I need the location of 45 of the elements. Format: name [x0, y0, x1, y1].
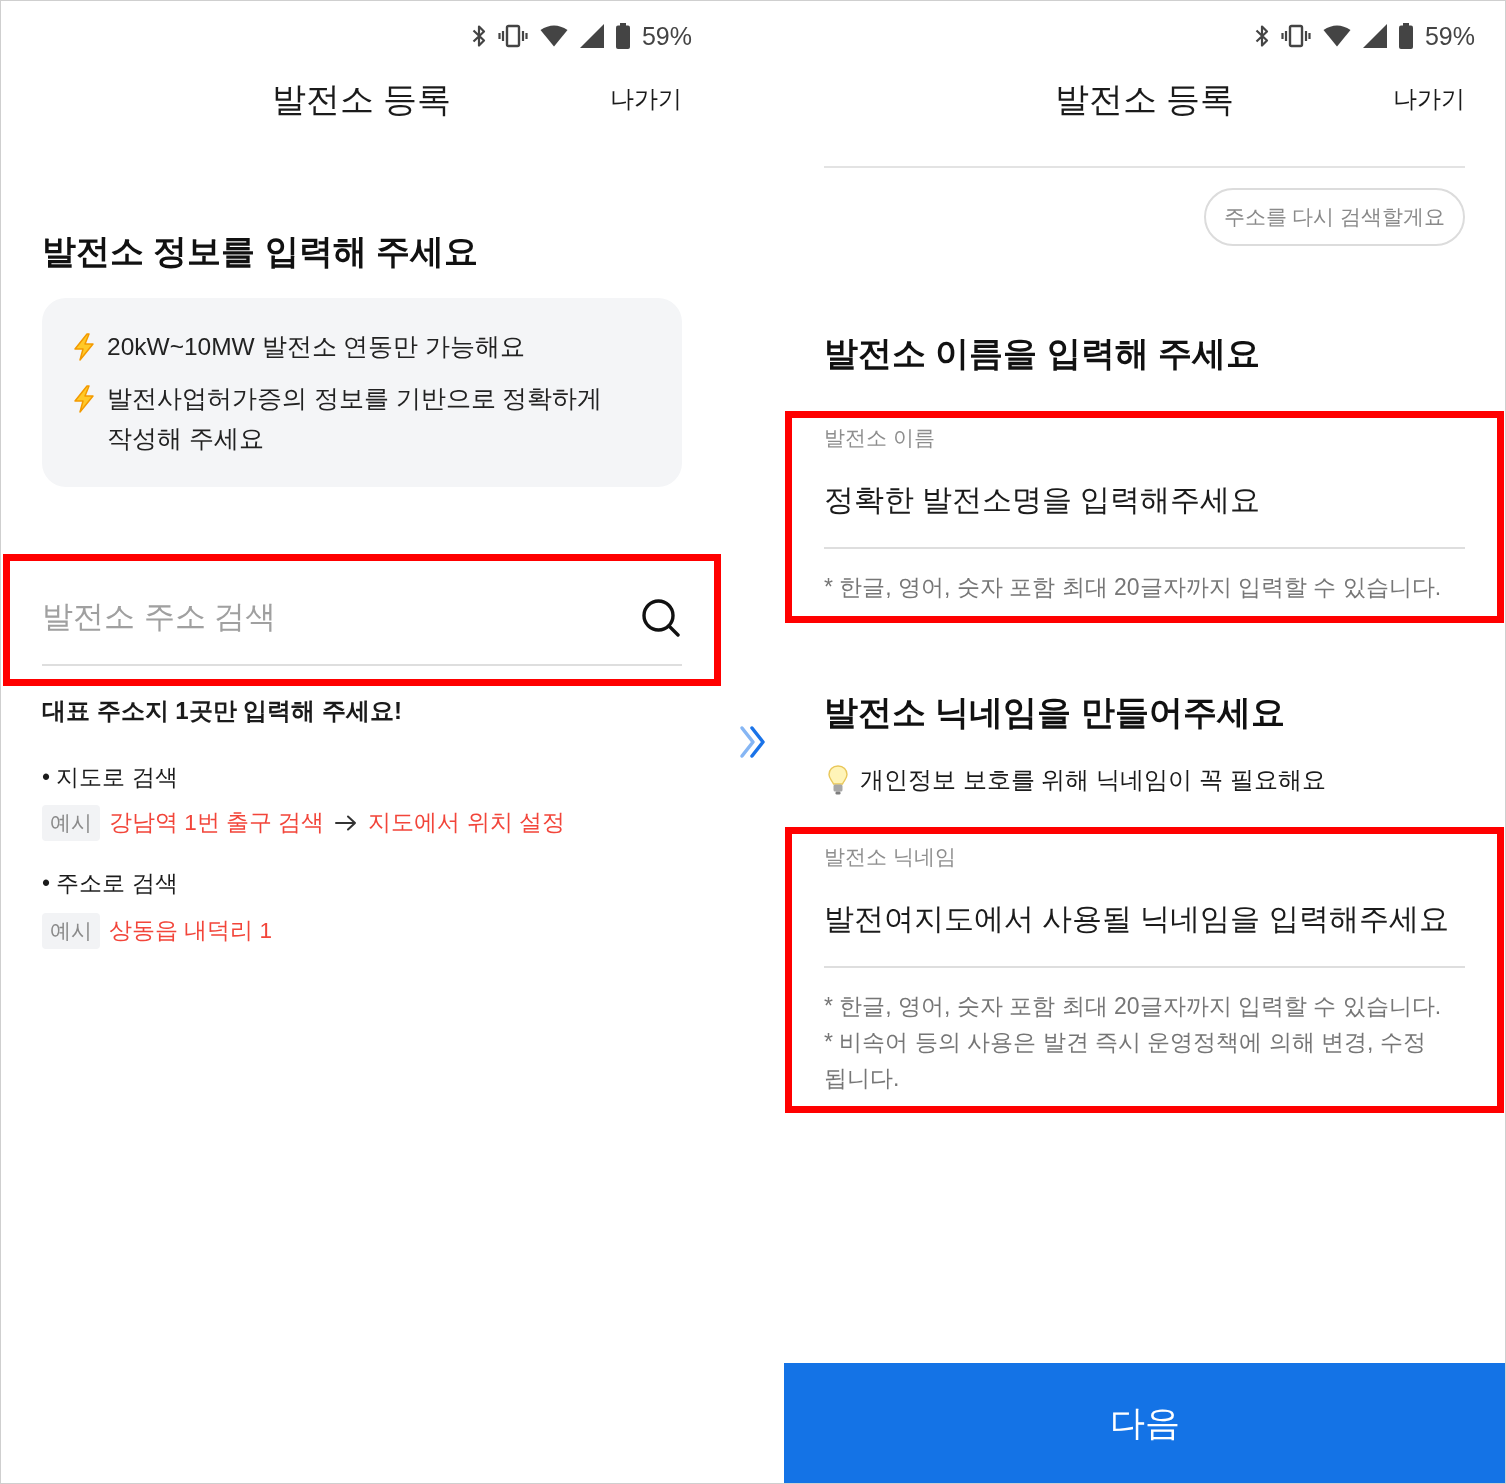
- lightning-icon: [72, 333, 96, 361]
- field-label: 발전소 닉네임: [824, 844, 956, 870]
- hint-text: * 한글, 영어, 숫자 포함 최대 20글자까지 입력할 수 있습니다.: [824, 573, 1443, 602]
- input-field[interactable]: 발전여지도에서 사용될 닉네임을 입력해주세요: [824, 872, 1465, 968]
- tip-text: 개인정보 보호를 위해 닉네임이 꼭 필요해요: [860, 765, 1326, 795]
- vibrate-icon: [497, 24, 528, 48]
- section-heading: 발전소 이름을 입력해 주세요: [824, 333, 1261, 374]
- page-heading: 발전소 정보를 입력해 주세요: [42, 231, 479, 272]
- signal-icon: [579, 24, 604, 48]
- example-text: 지도에서 위치 설정: [368, 809, 565, 837]
- wifi-icon: [1322, 25, 1351, 47]
- wifi-icon: [539, 25, 568, 47]
- example-tag: 예시: [42, 805, 100, 841]
- bluetooth-icon: [471, 24, 486, 48]
- battery-percentage: 59%: [641, 21, 692, 51]
- field-label: 발전소 이름: [824, 425, 935, 451]
- vibrate-icon: [1280, 24, 1311, 48]
- battery-icon: [1398, 23, 1413, 49]
- search-field[interactable]: 발전소 주소 검색: [42, 570, 682, 666]
- info-text: 발전사업허가증의 정보를 기반으로 정확하게 작성해 주세요: [107, 384, 604, 454]
- exit-button[interactable]: 나가기: [1393, 83, 1465, 115]
- lightning-icon: [72, 385, 96, 413]
- search-icon[interactable]: [642, 599, 680, 637]
- battery-icon: [615, 23, 630, 49]
- header-title: 발전소 등록: [271, 79, 452, 120]
- header-title: 발전소 등록: [1054, 79, 1235, 120]
- hint-text: * 비속어 등의 사용은 발견 즉시 운영정책에 의해 변경, 수정 됩니다.: [824, 1028, 1427, 1093]
- section-heading: 발전소 닉네임을 만들어주세요: [824, 692, 1285, 733]
- signal-icon: [1362, 24, 1387, 48]
- method-label: • 주소로 검색: [42, 869, 178, 898]
- battery-percentage: 59%: [1424, 21, 1475, 51]
- example-tag: 예시: [42, 913, 100, 949]
- example-text: 상동읍 내덕리 1: [109, 917, 273, 945]
- example-text: 강남역 1번 출구 검색: [109, 809, 325, 837]
- lightbulb-icon: [828, 765, 848, 795]
- exit-button[interactable]: 나가기: [610, 83, 682, 115]
- hint-text: * 한글, 영어, 숫자 포함 최대 20글자까지 입력할 수 있습니다.: [824, 992, 1443, 1021]
- method-label: • 지도로 검색: [42, 763, 178, 792]
- double-chevron-icon: [739, 725, 767, 759]
- guide-title: 대표 주소지 1곳만 입력해 주세요!: [42, 696, 402, 726]
- info-text: 20kW~10MW 발전소 연동만 가능해요: [107, 332, 526, 362]
- input-field[interactable]: 정확한 발전소명을 입력해주세요: [824, 453, 1465, 549]
- arrow-right-icon: [335, 815, 358, 831]
- bluetooth-icon: [1254, 24, 1269, 48]
- next-button[interactable]: 다음: [784, 1363, 1505, 1483]
